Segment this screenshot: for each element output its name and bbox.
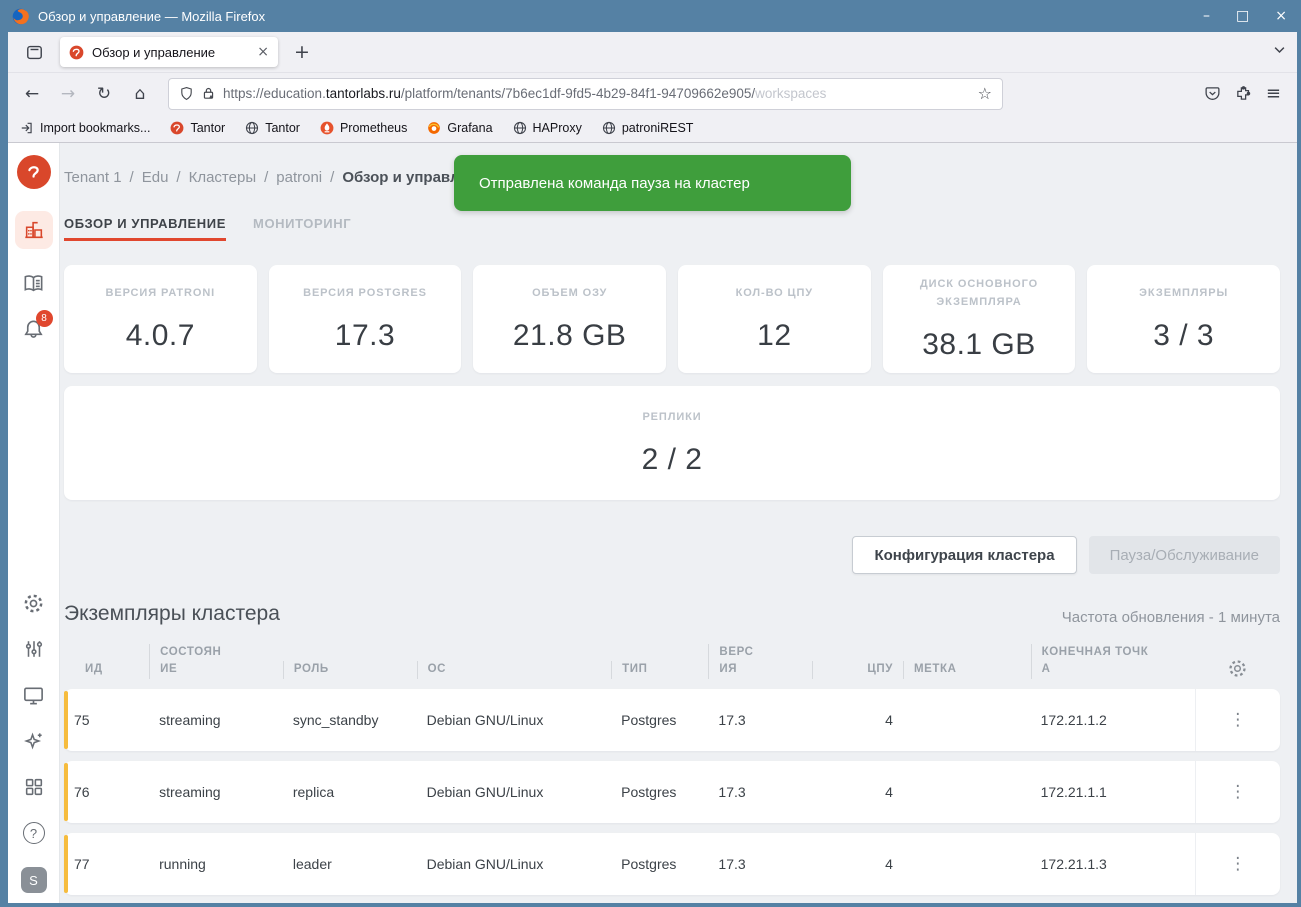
url-bar[interactable]: https://education.tantorlabs.ru/platform… <box>168 78 1003 110</box>
breadcrumb-edu[interactable]: Edu <box>142 169 169 186</box>
stat-card-ram: ОБЪЕМ ОЗУ 21.8 GB <box>473 265 666 373</box>
instance-row-76[interactable]: 76 streaming replica Debian GNU/Linux Po… <box>64 761 1280 823</box>
stat-card-cpu: КОЛ-ВО ЦПУ 12 <box>678 265 871 373</box>
browser-tab[interactable]: Обзор и управление × <box>60 37 278 67</box>
cluster-actions: Конфигурация кластера Пауза/Обслуживание <box>64 536 1280 574</box>
app-sidebar: 8 ? S <box>8 143 60 903</box>
tantor-logo-icon[interactable] <box>17 155 51 189</box>
col-role: РОЛЬ <box>283 661 417 678</box>
toast-message: Отправлена команда пауза на кластер <box>479 175 750 192</box>
help-icon[interactable]: ? <box>22 821 46 845</box>
row-menu-kebab-icon[interactable]: ⋮ <box>1195 689 1280 751</box>
col-id: ИД <box>64 661 149 678</box>
bookmark-tantor-2[interactable]: Tantor <box>245 121 300 135</box>
firefox-view-icon[interactable] <box>18 37 50 67</box>
window-titlebar: Обзор и управление — Mozilla Firefox – □… <box>0 0 1301 32</box>
bookmarks-bar: Import bookmarks... Tantor Tantor Promet… <box>8 114 1297 143</box>
tab-favicon <box>69 45 84 60</box>
col-cpu: ЦПУ <box>812 661 903 678</box>
bookmark-patronirest[interactable]: patroniREST <box>602 121 694 135</box>
status-bar <box>64 835 68 893</box>
close-button[interactable]: × <box>1275 9 1287 23</box>
shield-icon[interactable] <box>179 86 194 101</box>
breadcrumb-tenant[interactable]: Tenant 1 <box>64 169 122 186</box>
instances-title: Экземпляры кластера <box>64 602 280 626</box>
sidebar-item-clusters[interactable] <box>15 211 53 249</box>
view-tabs: ОБЗОР И УПРАВЛЕНИЕ МОНИТОРИНГ <box>64 216 1280 241</box>
lock-warning-icon[interactable] <box>201 86 216 101</box>
minimize-button[interactable]: – <box>1203 9 1210 23</box>
home-button[interactable]: ⌂ <box>124 79 156 109</box>
row-menu-kebab-icon[interactable]: ⋮ <box>1195 833 1280 895</box>
bookmark-tantor-1[interactable]: Tantor <box>170 121 225 135</box>
extensions-puzzle-icon[interactable] <box>1235 85 1252 102</box>
sliders-icon[interactable] <box>22 637 46 661</box>
bookmark-star-icon[interactable]: ☆ <box>978 84 992 103</box>
new-tab-button[interactable]: + <box>288 41 316 63</box>
status-bar <box>64 691 68 749</box>
main-content: Отправлена команда пауза на кластер Tena… <box>60 143 1297 903</box>
instance-row-77[interactable]: 77 running leader Debian GNU/Linux Postg… <box>64 833 1280 895</box>
col-state: СОСТОЯНИЕ <box>149 644 283 679</box>
replicas-card: РЕПЛИКИ 2 / 2 <box>64 386 1280 500</box>
col-os: ОС <box>417 661 612 678</box>
pause-maintenance-button[interactable]: Пауза/Обслуживание <box>1089 536 1280 574</box>
breadcrumb-clusters[interactable]: Кластеры <box>189 169 257 186</box>
window-title: Обзор и управление — Mozilla Firefox <box>38 9 265 24</box>
stat-card-patroni-version: ВЕРСИЯ PATRONI 4.0.7 <box>64 265 257 373</box>
sidebar-item-docs[interactable] <box>22 271 46 295</box>
url-text: https://education.tantorlabs.ru/platform… <box>223 86 971 101</box>
stat-cards: ВЕРСИЯ PATRONI 4.0.7 ВЕРСИЯ POSTGRES 17.… <box>64 265 1280 373</box>
reload-button[interactable]: ↻ <box>88 79 120 109</box>
refresh-frequency-note: Частота обновления - 1 минута <box>1062 609 1280 626</box>
pocket-icon[interactable] <box>1204 85 1221 102</box>
col-endpoint: КОНЕЧНАЯ ТОЧКА <box>1031 644 1195 679</box>
configure-cluster-button[interactable]: Конфигурация кластера <box>852 536 1076 574</box>
instance-row-75[interactable]: 75 streaming sync_standby Debian GNU/Lin… <box>64 689 1280 751</box>
firefox-logo-icon <box>12 8 29 25</box>
settings-gear-icon[interactable] <box>22 591 46 615</box>
sidebar-item-notifications[interactable]: 8 <box>22 317 46 341</box>
menu-hamburger-icon[interactable]: ≡ <box>1266 83 1281 104</box>
col-version: ВЕРСИЯ <box>708 644 811 679</box>
stat-card-disk: ДИСК ОСНОВНОГО ЭКЗЕМПЛЯРА 38.1 GB <box>883 265 1076 373</box>
breadcrumb-patroni[interactable]: patroni <box>276 169 322 186</box>
toast-notification: Отправлена команда пауза на кластер <box>454 155 851 211</box>
bookmark-import[interactable]: Import bookmarks... <box>20 121 150 135</box>
apps-grid-icon[interactable] <box>22 775 46 799</box>
tab-overview-management[interactable]: ОБЗОР И УПРАВЛЕНИЕ <box>64 216 226 241</box>
col-label: МЕТКА <box>903 661 1031 678</box>
user-avatar[interactable]: S <box>21 867 47 893</box>
back-button[interactable]: ← <box>16 79 48 109</box>
monitor-icon[interactable] <box>22 683 46 707</box>
bookmark-haproxy[interactable]: HAProxy <box>513 121 582 135</box>
stat-card-postgres-version: ВЕРСИЯ POSTGRES 17.3 <box>269 265 462 373</box>
bookmark-prometheus[interactable]: Prometheus <box>320 121 407 135</box>
row-menu-kebab-icon[interactable]: ⋮ <box>1195 761 1280 823</box>
notification-badge: 8 <box>36 310 53 327</box>
table-settings-gear-icon[interactable] <box>1195 658 1280 679</box>
tab-title: Обзор и управление <box>92 45 215 60</box>
sparkle-icon[interactable] <box>22 729 46 753</box>
tab-monitoring[interactable]: МОНИТОРИНГ <box>253 216 351 241</box>
maximize-button[interactable]: □ <box>1236 9 1249 23</box>
bookmark-grafana[interactable]: Grafana <box>427 121 492 135</box>
instances-section-header: Экземпляры кластера Частота обновления -… <box>64 602 1280 626</box>
tab-strip: Обзор и управление × + <box>8 32 1297 72</box>
forward-button[interactable]: → <box>52 79 84 109</box>
list-tabs-chevron-icon[interactable] <box>1272 42 1287 62</box>
firefox-window: Обзор и управление — Mozilla Firefox – □… <box>0 0 1301 907</box>
navigation-toolbar: ← → ↻ ⌂ https://education.tantorlabs.ru/… <box>8 72 1297 114</box>
col-type: ТИП <box>611 661 708 678</box>
instances-table-header: ИД СОСТОЯНИЕ РОЛЬ ОС ТИП ВЕРСИЯ ЦПУ МЕТК… <box>64 644 1280 689</box>
tab-close-icon[interactable]: × <box>257 44 269 60</box>
stat-card-instances: ЭКЗЕМПЛЯРЫ 3 / 3 <box>1087 265 1280 373</box>
status-bar <box>64 763 68 821</box>
